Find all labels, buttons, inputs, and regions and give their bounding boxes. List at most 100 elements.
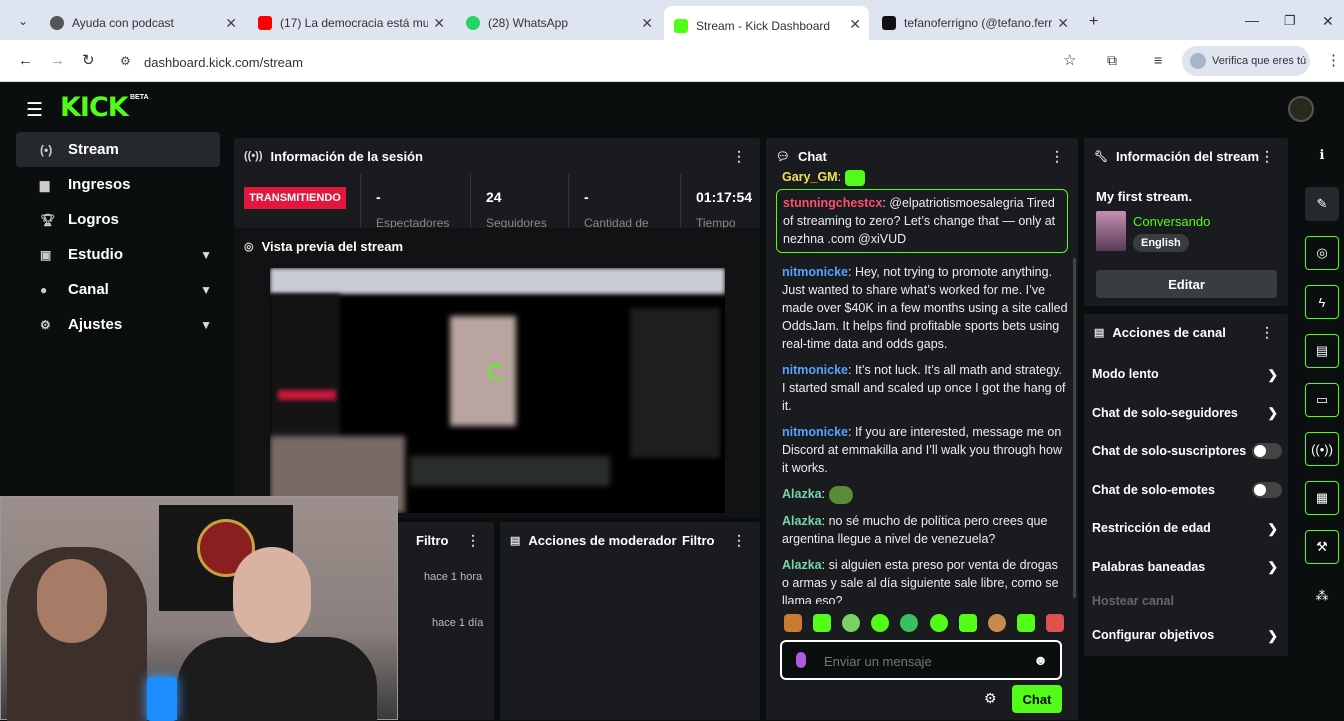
- chat-message: nitmonicke: If you are interested, messa…: [782, 425, 1062, 475]
- more-options-icon[interactable]: ⋮: [732, 148, 746, 165]
- chat-username[interactable]: stunningchestcx: [783, 196, 882, 210]
- activity-filter-button[interactable]: Filtro: [416, 533, 449, 548]
- subscribers-only-toggle[interactable]: [1252, 443, 1282, 460]
- emoji-icon[interactable]: ☻: [1033, 652, 1048, 668]
- chat-messages: Gary_GM: stunningchestcx: @elpatriotismo…: [776, 168, 1068, 604]
- apps-icon[interactable]: ⁂: [1305, 579, 1339, 613]
- info-icon[interactable]: ℹ: [1305, 138, 1339, 172]
- profile-verify-button[interactable]: Verifica que eres tú: [1182, 46, 1310, 76]
- stream-category[interactable]: Conversando: [1133, 214, 1210, 229]
- extensions-icon[interactable]: ⧉: [1107, 52, 1117, 69]
- emote-icon[interactable]: [958, 614, 977, 632]
- chat-username[interactable]: Alazka: [782, 558, 822, 572]
- chat-settings-icon[interactable]: ⚙: [984, 690, 997, 707]
- more-options-icon[interactable]: ⋮: [1050, 148, 1064, 165]
- action-followers-only[interactable]: Chat de solo-seguidores ❯: [1084, 394, 1288, 433]
- chat-username[interactable]: nitmonicke: [782, 363, 848, 377]
- url-field[interactable]: ⚙ dashboard.kick.com/stream: [112, 47, 1092, 77]
- followers-value: 24: [486, 189, 502, 205]
- wrench-icon[interactable]: ⚒: [1305, 530, 1339, 564]
- preview-toggle-icon[interactable]: ◎: [1305, 236, 1339, 270]
- stream-time-label: Tiempo: [696, 216, 736, 228]
- chevron-right-icon: ❯: [1267, 628, 1278, 643]
- close-tab-icon[interactable]: ✕: [641, 15, 653, 32]
- emote-icon[interactable]: [1016, 614, 1035, 632]
- chat-bubble-icon[interactable]: ▭: [1305, 383, 1339, 417]
- reload-icon[interactable]: ↻: [82, 51, 95, 69]
- chat-message: Alazka:: [782, 485, 1068, 504]
- gear-icon: ⚙: [40, 317, 51, 332]
- sidebar-item-estudio[interactable]: ▣ Estudio ▼: [16, 237, 220, 272]
- chat-message-input[interactable]: [824, 650, 1024, 672]
- chevron-down-icon: ▼: [200, 317, 212, 332]
- mod-filter-button[interactable]: Filtro: [682, 533, 715, 548]
- emote-icon[interactable]: [813, 614, 832, 632]
- sidebar-item-ajustes[interactable]: ⚙ Ajustes ▼: [16, 307, 220, 342]
- stream-preview-header: ◎ Vista previa del stream: [244, 238, 404, 254]
- layout-icon[interactable]: ▦: [1305, 481, 1339, 515]
- emote-icon[interactable]: [900, 614, 919, 632]
- notes-icon[interactable]: ▤: [1305, 334, 1339, 368]
- more-options-icon[interactable]: ⋮: [1260, 324, 1274, 341]
- emote-icon[interactable]: [1045, 614, 1064, 632]
- chat-input-box[interactable]: ☻: [780, 640, 1062, 680]
- action-set-goals[interactable]: Configurar objetivos ❯: [1084, 616, 1288, 655]
- edit-stream-button[interactable]: Editar: [1096, 270, 1277, 298]
- new-tab-icon[interactable]: +: [1089, 13, 1098, 31]
- session-info-header: ((•)) Información de la sesión ⋮: [244, 147, 746, 165]
- chat-scrollbar[interactable]: [1073, 258, 1076, 598]
- maximize-icon[interactable]: ❐: [1284, 13, 1296, 29]
- emote-icon[interactable]: [987, 614, 1006, 632]
- edit-pencil-icon[interactable]: ✎: [1305, 187, 1339, 221]
- close-tab-icon[interactable]: ✕: [1057, 15, 1069, 32]
- emote-bar: [784, 614, 1064, 636]
- emote-icon[interactable]: [871, 614, 890, 632]
- close-window-icon[interactable]: ✕: [1322, 13, 1334, 30]
- browser-tab[interactable]: (28) WhatsApp ✕: [456, 8, 661, 38]
- user-avatar[interactable]: [1288, 96, 1314, 122]
- sidebar-item-logros[interactable]: 🏆︎ Logros: [16, 202, 220, 237]
- menu-dots-icon[interactable]: ⋮: [1326, 51, 1341, 69]
- close-tab-icon[interactable]: ✕: [849, 16, 861, 33]
- bookmark-star-icon[interactable]: ☆: [1063, 51, 1076, 69]
- sidebar-item-ingresos[interactable]: ▆ Ingresos: [16, 167, 220, 202]
- more-options-icon[interactable]: ⋮: [732, 532, 746, 549]
- channel-actions-panel: ▤ Acciones de canal ⋮ Modo lento ❯ Chat …: [1084, 314, 1288, 656]
- browser-tab[interactable]: Ayuda con podcast ✕: [40, 8, 245, 38]
- media-icon[interactable]: ≡: [1154, 52, 1162, 68]
- more-options-icon[interactable]: ⋮: [466, 532, 480, 549]
- activity-time: hace 1 hora: [424, 571, 483, 583]
- action-banned-words[interactable]: Palabras baneadas ❯: [1084, 548, 1288, 587]
- chat-username[interactable]: Gary_GM: [782, 170, 838, 184]
- more-options-icon[interactable]: ⋮: [1260, 148, 1274, 165]
- category-thumbnail[interactable]: [1096, 211, 1126, 251]
- tab-search-icon[interactable]: ⌄: [18, 14, 28, 28]
- emotes-only-toggle[interactable]: [1252, 481, 1282, 498]
- forward-icon[interactable]: →: [50, 52, 65, 69]
- action-slow-mode[interactable]: Modo lento ❯: [1084, 355, 1288, 394]
- back-icon[interactable]: ←: [18, 52, 33, 69]
- hamburger-icon[interactable]: ☰: [26, 99, 43, 122]
- close-tab-icon[interactable]: ✕: [433, 15, 445, 32]
- close-tab-icon[interactable]: ✕: [225, 15, 237, 32]
- browser-tab[interactable]: tefanoferrigno (@tefano.ferrigno ✕: [872, 8, 1077, 38]
- chat-username[interactable]: nitmonicke: [782, 425, 848, 439]
- chat-username[interactable]: nitmonicke: [782, 265, 848, 279]
- action-age-restriction[interactable]: Restricción de edad ❯: [1084, 509, 1288, 548]
- chat-username[interactable]: Alazka: [782, 487, 822, 501]
- microphone-icon[interactable]: [796, 652, 806, 668]
- browser-tab[interactable]: (17) La democracia está muerta ✕: [248, 8, 453, 38]
- site-info-icon[interactable]: ⚙: [120, 54, 131, 68]
- chat-username[interactable]: Alazka: [782, 514, 822, 528]
- sidebar-item-stream[interactable]: (•) Stream: [16, 132, 220, 167]
- chat-send-button[interactable]: Chat: [1012, 685, 1062, 713]
- lightning-icon[interactable]: ϟ: [1305, 285, 1339, 319]
- stream-video-preview[interactable]: [270, 268, 725, 513]
- broadcast-icon[interactable]: ((•)): [1305, 432, 1339, 466]
- kick-logo[interactable]: KICK: [60, 92, 129, 123]
- minimize-icon[interactable]: —: [1245, 12, 1259, 28]
- emote-icon[interactable]: [842, 614, 861, 632]
- sidebar-item-canal[interactable]: ● Canal ▼: [16, 272, 220, 307]
- emote-icon[interactable]: [929, 614, 948, 632]
- emote-icon[interactable]: [784, 614, 802, 632]
